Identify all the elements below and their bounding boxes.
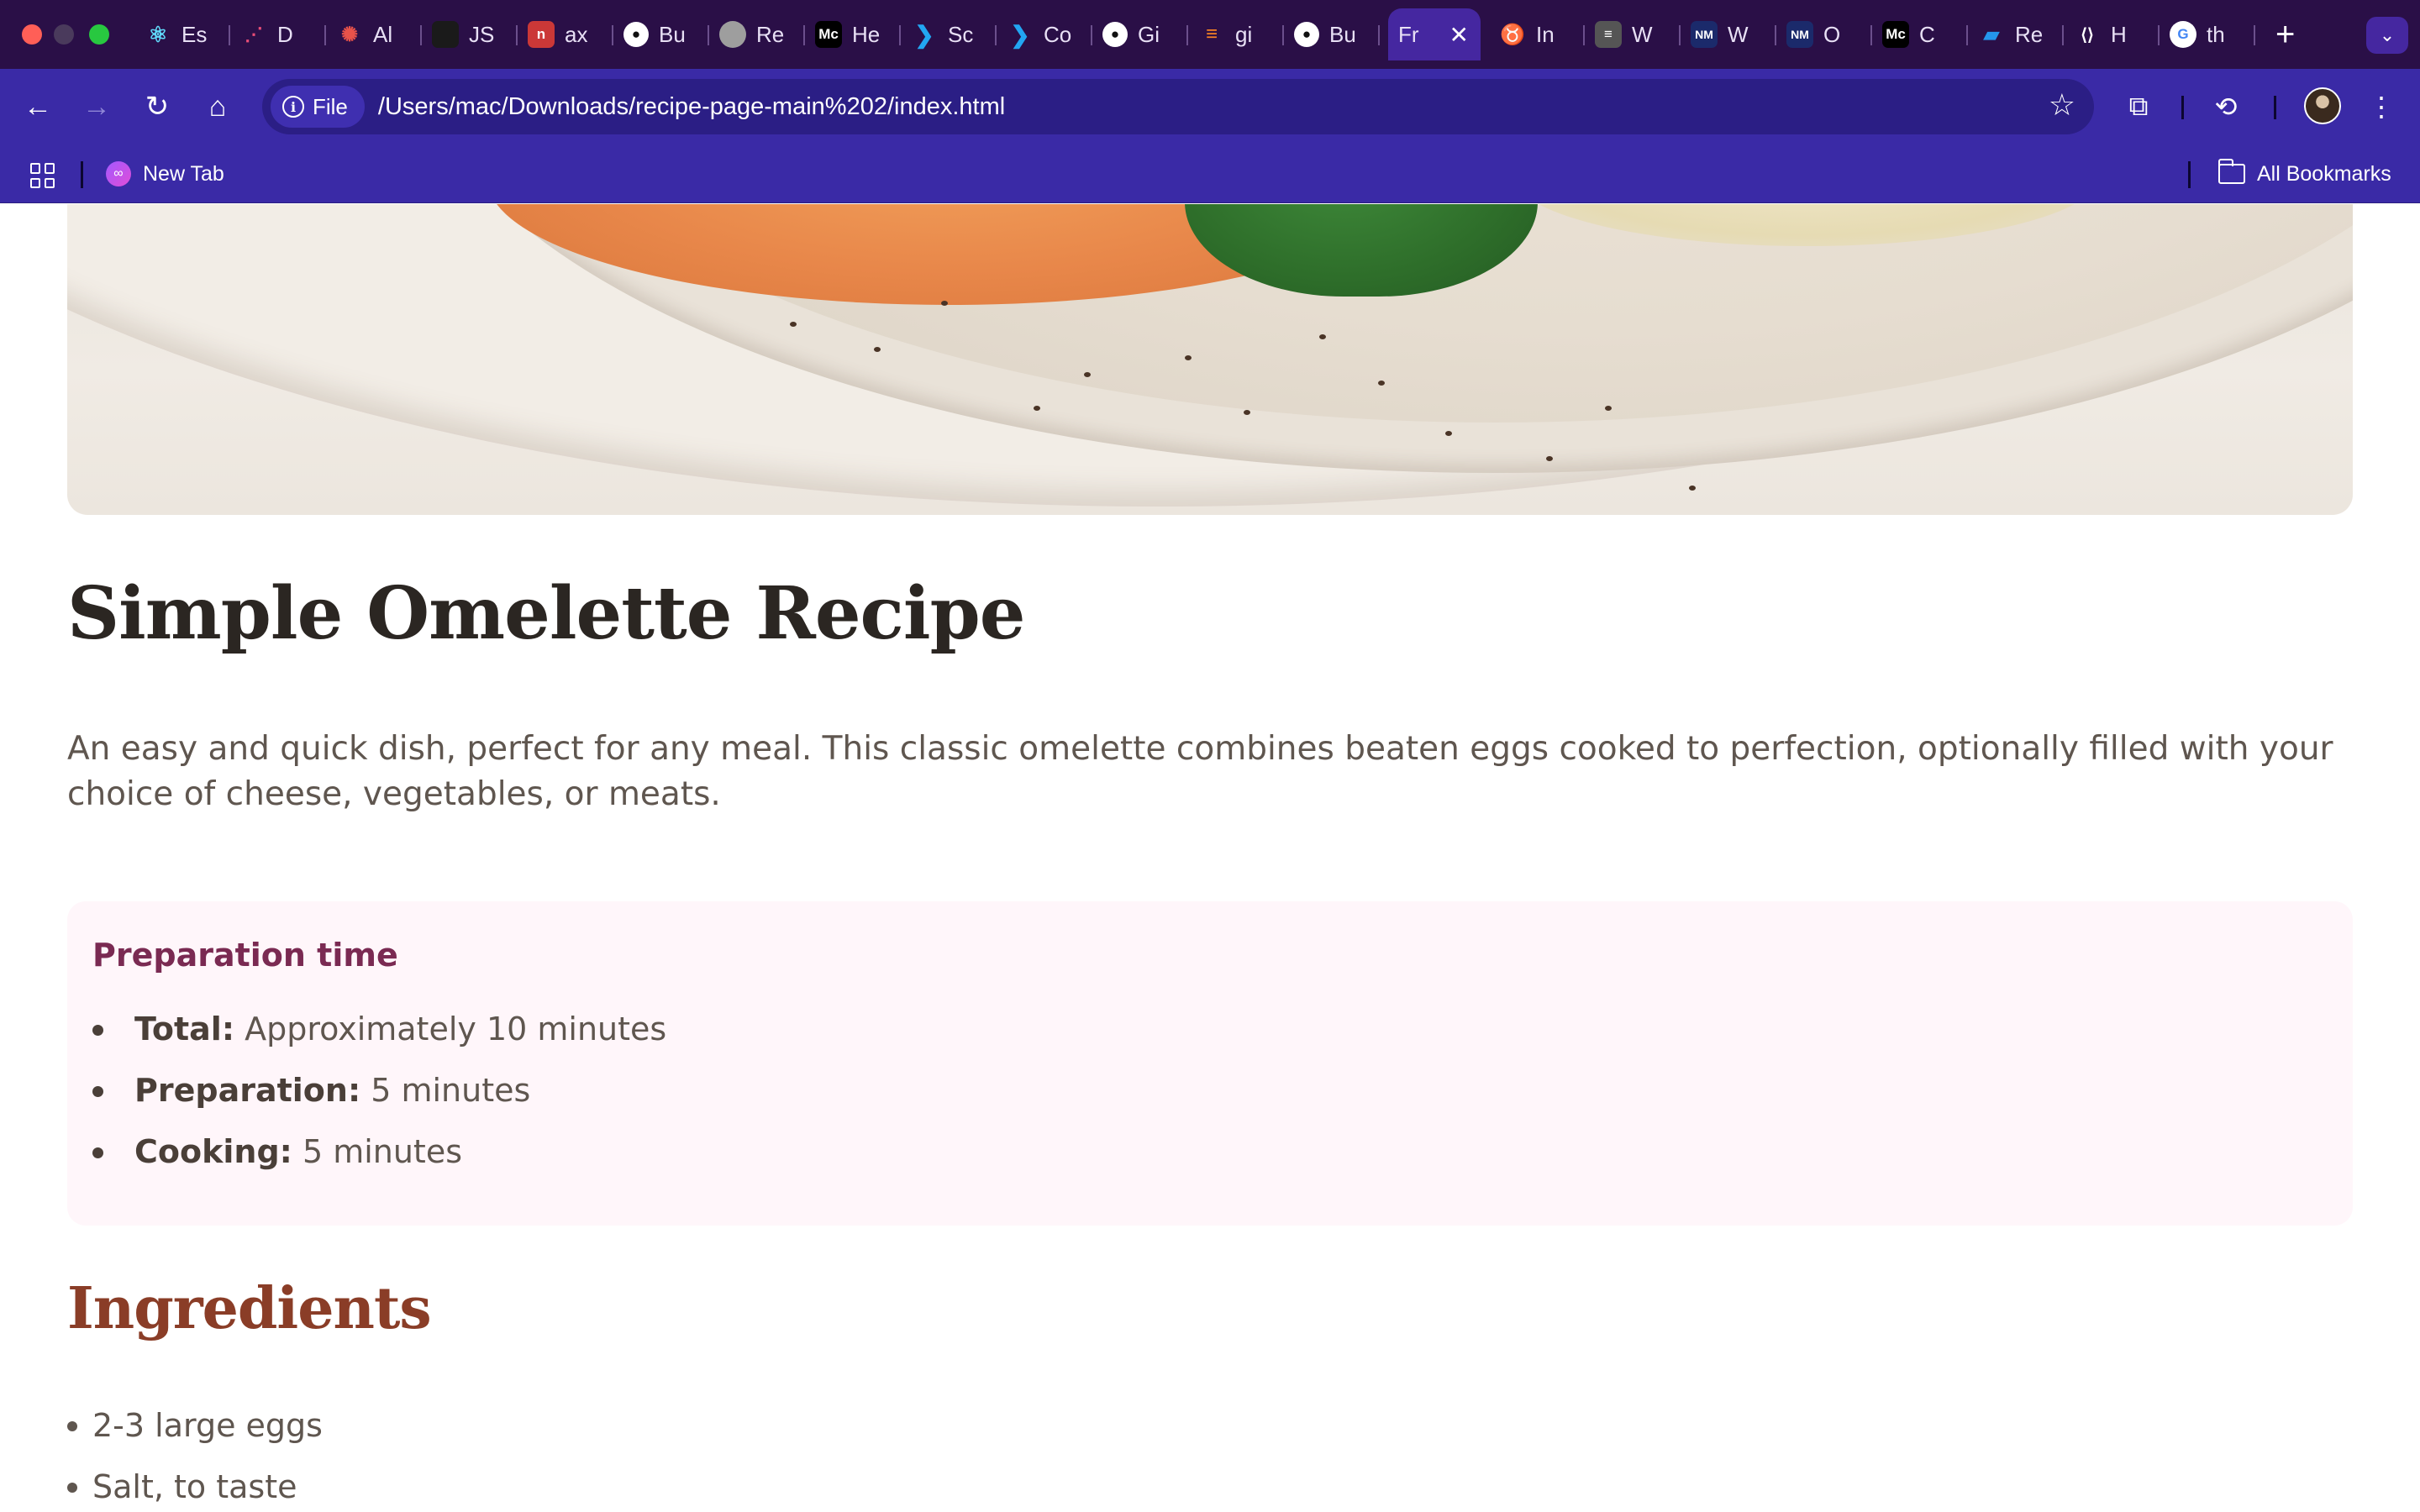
preparation-list: Total: Approximately 10 minutes Preparat… xyxy=(92,999,2328,1183)
bull-icon: ♉ xyxy=(1500,23,1525,46)
omelette-hero-image xyxy=(67,204,2353,515)
close-tab-icon[interactable]: ✕ xyxy=(1449,21,1469,49)
apps-grid-icon[interactable] xyxy=(30,163,55,188)
tab[interactable]: Gth xyxy=(2160,8,2255,60)
back-button[interactable]: ← xyxy=(17,86,59,128)
extensions-button[interactable]: ⧉ xyxy=(2118,86,2160,128)
browser-toolbar: ← → ↻ ⌂ i File /Users/mac/Downloads/reci… xyxy=(0,69,2420,144)
new-tab-button[interactable]: + xyxy=(2275,18,2295,51)
chevron-down-icon: ⌄ xyxy=(2379,24,2396,45)
all-bookmarks-button[interactable]: All Bookmarks xyxy=(2217,156,2391,192)
reload-icon: ↻ xyxy=(145,91,170,123)
address-bar[interactable]: i File /Users/mac/Downloads/recipe-page-… xyxy=(262,79,2094,134)
tab[interactable]: ♉ In xyxy=(1489,8,1585,60)
google-icon: G xyxy=(2170,21,2196,48)
bookmark-new-tab[interactable]: ∞ New Tab xyxy=(106,156,224,192)
reload-button[interactable]: ↻ xyxy=(136,86,178,128)
tab[interactable]: NM W xyxy=(1681,8,1776,60)
toolbar-divider xyxy=(2274,96,2276,119)
tab-list: ⚛ Es ⋰ D ✺ Al JS n ax ● Bu Re Mc He ❯ Sc ❯ Co ● G… xyxy=(134,8,2295,60)
bookmark-divider xyxy=(2188,161,2191,188)
tab[interactable]: Mc He xyxy=(805,8,901,60)
tab[interactable]: ❯ Sc xyxy=(901,8,997,60)
more-vertical-icon: ⋮ xyxy=(2368,92,2395,122)
tab[interactable]: Mc C xyxy=(1872,8,1968,60)
toolbar-divider xyxy=(2181,96,2184,119)
nm-icon: NM xyxy=(1691,21,1718,48)
bookmarks-bar: ∞ New Tab All Bookmarks xyxy=(0,144,2420,203)
tab[interactable]: Re xyxy=(709,8,805,60)
tab[interactable]: ● Bu xyxy=(613,8,709,60)
tab[interactable]: ▰ Re xyxy=(1968,8,2064,60)
bookmark-star-icon[interactable]: ☆ xyxy=(2049,87,2075,123)
analytics-icon: ⋰ xyxy=(245,24,263,45)
tab[interactable]: ≡ W xyxy=(1585,8,1681,60)
menu-button[interactable]: ⋮ xyxy=(2365,86,2398,128)
notes-icon: ≡ xyxy=(1595,21,1622,48)
stackoverflow-icon: ≡ xyxy=(1205,23,1218,45)
list-item: Total: Approximately 10 minutes xyxy=(92,999,2328,1060)
list-item: 2-3 large eggs xyxy=(67,1395,323,1457)
history-icon: ⟲ xyxy=(2214,92,2238,122)
site-info-chip[interactable]: i File xyxy=(271,86,365,128)
tab[interactable]: ✺ Al xyxy=(326,8,422,60)
url-text[interactable]: /Users/mac/Downloads/recipe-page-main%20… xyxy=(378,93,1005,121)
profile-avatar[interactable] xyxy=(2304,87,2341,124)
tab[interactable]: ⋰ D xyxy=(230,8,326,60)
folder-icon xyxy=(2217,159,2245,184)
tab[interactable]: ● Bu xyxy=(1284,8,1380,60)
tab[interactable]: NM O xyxy=(1776,8,1872,60)
tab[interactable]: ❯ Co xyxy=(997,8,1092,60)
preparation-time-box: Preparation time Total: Approximately 10… xyxy=(67,901,2353,1226)
window-close-button[interactable] xyxy=(22,24,42,45)
page-title: Simple Omelette Recipe xyxy=(67,571,1025,656)
arrow-right-icon: → xyxy=(82,90,111,123)
list-item: Salt, to taste xyxy=(67,1457,323,1512)
tab[interactable]: ⟨⟩ H xyxy=(2064,8,2160,60)
medium-icon: Mc xyxy=(1882,21,1909,48)
history-button[interactable]: ⟲ xyxy=(2205,86,2247,128)
info-icon: i xyxy=(282,96,304,118)
tab[interactable]: ≡ gi xyxy=(1188,8,1284,60)
window-minimize-button[interactable] xyxy=(54,24,74,45)
react-icon: ⚛ xyxy=(148,21,168,47)
ingredients-list: 2-3 large eggs Salt, to taste xyxy=(67,1395,323,1512)
github-icon: ● xyxy=(1294,22,1319,47)
tab-active[interactable]: Fr ✕ xyxy=(1388,8,1481,60)
forward-button[interactable]: → xyxy=(76,86,118,128)
tab[interactable]: n ax xyxy=(518,8,613,60)
preparation-heading: Preparation time xyxy=(92,937,398,974)
vscode-icon: ❯ xyxy=(1010,21,1030,48)
ingredients-heading: Ingredients xyxy=(67,1275,432,1342)
docker-icon: ▰ xyxy=(1983,23,2000,46)
medium-icon: Mc xyxy=(815,21,842,48)
window-maximize-button[interactable] xyxy=(89,24,109,45)
tab[interactable]: JS xyxy=(422,8,518,60)
home-icon: ⌂ xyxy=(208,90,227,123)
tab-search-button[interactable]: ⌄ xyxy=(2366,17,2408,54)
bookmark-divider xyxy=(81,161,83,188)
tab[interactable]: ● Gi xyxy=(1092,8,1188,60)
tab[interactable]: ⚛ Es xyxy=(134,8,230,60)
github-icon: ● xyxy=(623,22,649,47)
github-icon: ● xyxy=(1102,22,1128,47)
astro-icon: ⟨⟩ xyxy=(2081,25,2094,45)
infinity-icon: ∞ xyxy=(106,161,131,186)
tab-strip: ⚛ Es ⋰ D ✺ Al JS n ax ● Bu Re Mc He ❯ Sc ❯ Co ● G… xyxy=(0,0,2420,69)
list-item: Cooking: 5 minutes xyxy=(92,1121,2328,1183)
arrow-left-icon: ← xyxy=(24,90,52,123)
npm-icon: n xyxy=(528,21,555,48)
avatar-icon xyxy=(719,21,746,48)
page-viewport: Simple Omelette Recipe An easy and quick… xyxy=(0,204,2420,1512)
recipe-intro: An easy and quick dish, perfect for any … xyxy=(67,730,2333,813)
nm-icon: NM xyxy=(1786,21,1813,48)
vscode-icon: ❯ xyxy=(914,21,934,48)
js-icon xyxy=(432,21,459,48)
octopus-icon: ✺ xyxy=(340,23,359,46)
list-item: Preparation: 5 minutes xyxy=(92,1060,2328,1121)
puzzle-icon: ⧉ xyxy=(2128,91,2149,121)
home-button[interactable]: ⌂ xyxy=(197,86,239,128)
